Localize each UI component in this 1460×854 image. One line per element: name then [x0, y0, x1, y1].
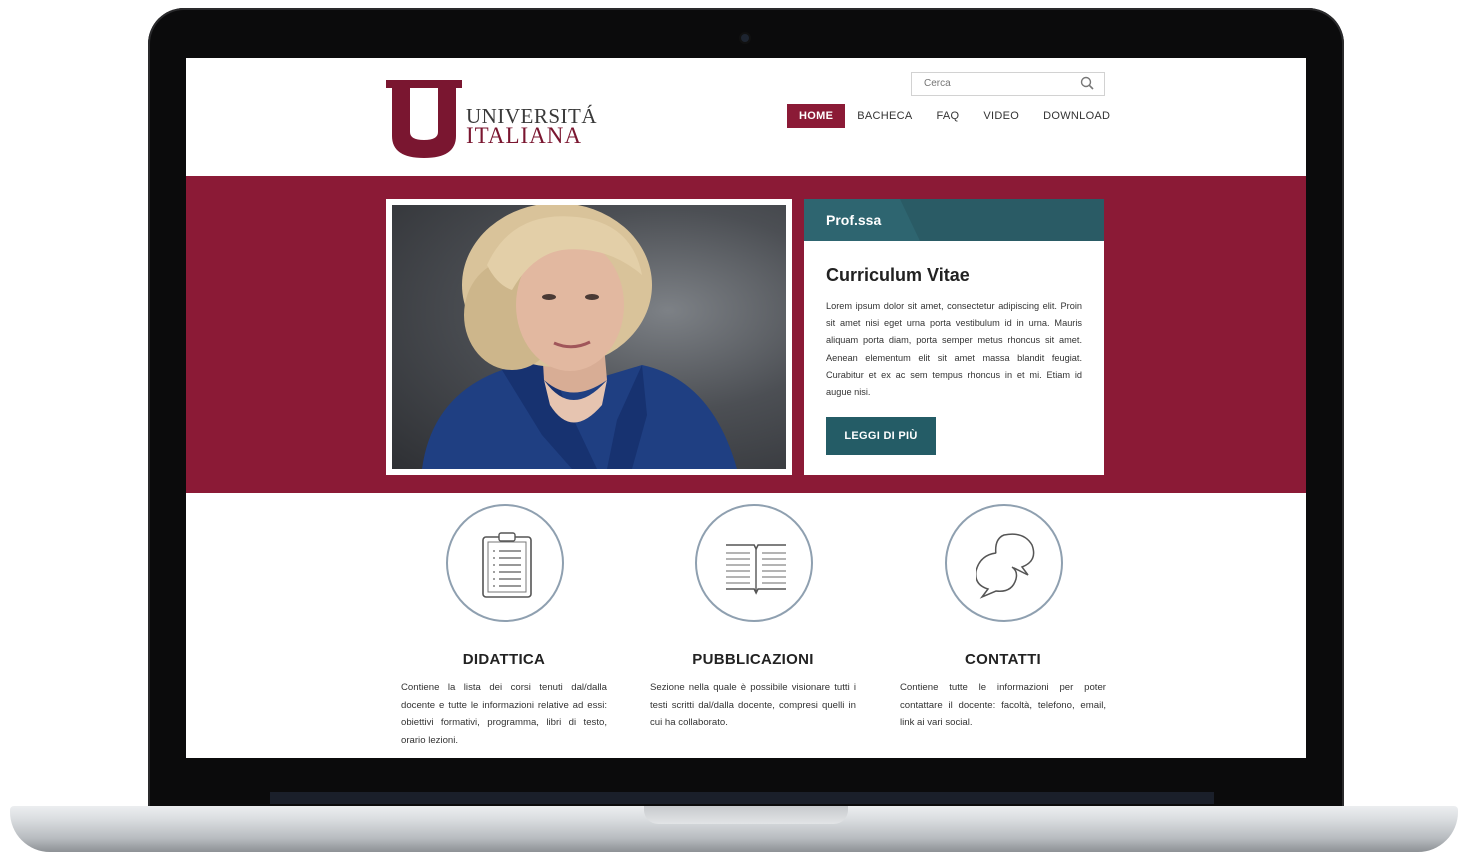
card-label: Prof.ssa [826, 212, 882, 228]
site-logo[interactable]: UNIVERSITÁ ITALIANA [386, 80, 597, 160]
open-book-icon [726, 544, 786, 595]
feature-text: Sezione nella quale è possibile visionar… [650, 682, 856, 729]
feature-circle[interactable] [945, 504, 1063, 622]
feature-circle[interactable] [695, 504, 813, 622]
feature-title: DIDATTICA [462, 651, 546, 668]
search-input[interactable] [912, 73, 1074, 94]
clipboard-icon [482, 532, 532, 598]
main-nav: HOME BACHECA FAQ VIDEO DOWNLOAD [787, 104, 1122, 128]
laptop-screen: UNIVERSITÁ ITALIANA HOME BACHECA FAQ VID… [186, 58, 1306, 758]
feature-title: CONTATTI [965, 651, 1041, 668]
nav-download[interactable]: DOWNLOAD [1031, 104, 1122, 128]
nav-home[interactable]: HOME [787, 104, 846, 128]
feature-title: PUBBLICAZIONI [692, 651, 814, 668]
logo-text: UNIVERSITÁ ITALIANA [466, 106, 597, 148]
card-header: Prof.ssa [804, 199, 1104, 241]
nav-faq[interactable]: FAQ [924, 104, 971, 128]
nav-bacheca[interactable]: BACHECA [845, 104, 924, 128]
read-more-button[interactable]: LEGGI DI PIÙ [826, 417, 936, 455]
webcam [741, 34, 749, 42]
nav-video[interactable]: VIDEO [971, 104, 1031, 128]
chat-bubbles-icon [976, 533, 1035, 599]
feature-circle[interactable] [446, 504, 564, 622]
card-title: Curriculum Vitae [826, 265, 970, 285]
portrait-illustration [422, 205, 737, 469]
laptop-notch [644, 806, 848, 824]
feature-text: Contiene la lista dei corsi tenuti dal/d… [401, 682, 607, 746]
card-description: Lorem ipsum dolor sit amet, consectetur … [826, 301, 1082, 398]
site-header: UNIVERSITÁ ITALIANA HOME BACHECA FAQ VID… [186, 58, 1306, 176]
laptop-bezel [270, 792, 1214, 804]
logo-line-2: ITALIANA [466, 123, 583, 148]
search-box [911, 72, 1105, 96]
feature-text: Contiene tutte le informazioni per poter… [900, 682, 1106, 729]
card-header-shade [900, 199, 1104, 241]
logo-u-icon [386, 80, 462, 158]
search-icon[interactable] [1080, 76, 1094, 90]
professor-photo [392, 205, 786, 469]
curriculum-card: Prof.ssa Curriculum Vitae Lorem ipsum do… [804, 199, 1104, 475]
